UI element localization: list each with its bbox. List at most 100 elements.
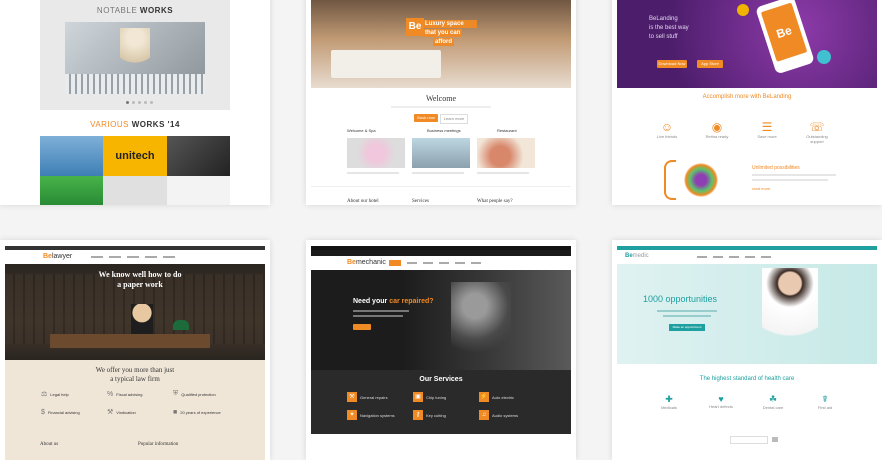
works-tile-grey[interactable] [103, 176, 167, 205]
slider-dots[interactable] [126, 101, 153, 104]
appointment-button[interactable]: Make an appointment [669, 324, 705, 331]
feature-save: ☰ Save more [752, 120, 782, 144]
landing-hero: BeLanding is the best way to sell stuff … [617, 0, 877, 88]
hero-prefix: Need your [353, 298, 390, 305]
works-tile-green[interactable] [40, 176, 104, 205]
works-tile-unitech[interactable]: unitech [103, 136, 167, 176]
works-14-label: WORKS '14 [131, 120, 180, 129]
feature-label: Live friends [656, 134, 678, 139]
hero-line-2: that you can [423, 29, 463, 37]
service-key: ⚷ Key cutting [413, 410, 479, 420]
feature-support: ☏ Outstanding support [802, 120, 832, 144]
theme-card-medic[interactable]: Bemedic 1000 opportunities Make an appoi… [612, 240, 882, 460]
service-chip: ▣ Chip tuning [413, 392, 479, 402]
phone-logo: Be [760, 2, 808, 62]
about-us-heading: About us [40, 442, 59, 447]
speaker-icon: ♫ [479, 410, 489, 420]
works-tile-plane[interactable] [40, 136, 104, 176]
medic-item-dental: ☘ Dental care [756, 394, 790, 410]
logo-rest: medic [632, 253, 649, 259]
learn-more-button[interactable]: Learn more [440, 114, 468, 124]
medic-icons-row: ✚ Medicals ♥ Heart defects ☘ Dental care ☤ F… [652, 394, 842, 410]
feature-experience: ■ 20 years of experience [173, 408, 239, 416]
works-label: WORKS [139, 6, 174, 15]
shield-icon: ⛨ [173, 390, 179, 397]
service-label: General repairs [360, 394, 388, 400]
read-more-link[interactable]: read more [752, 186, 770, 191]
theme-card-mechanic[interactable]: Bemechanic Need your car repaired? Our S… [306, 240, 576, 460]
medic-item-label: First aid [817, 405, 833, 410]
theme-card-landing[interactable]: BeLanding is the best way to sell stuff … [612, 0, 882, 205]
medic-hero: 1000 opportunities Make an appointment [617, 264, 877, 364]
service-navigation: ✦ Navigation systems [347, 410, 413, 420]
feature-label: Legal help [50, 391, 69, 397]
medic-item-firstaid: ☤ First aid [808, 394, 842, 410]
key-icon: ⚷ [413, 410, 423, 420]
medic-item-label: Medicals [661, 405, 677, 410]
theme-card-hotel[interactable]: Be Luxury space that you can afford Welc… [306, 0, 576, 205]
medic-logo[interactable]: Bemedic [625, 253, 649, 259]
various-works-title: VARIOUS WORKS '14 [40, 120, 230, 129]
logo-be: Be [43, 253, 52, 260]
our-services-heading: Our Services [419, 376, 463, 383]
service-electric: ⚡ Auto electric [479, 392, 545, 402]
mechanic-logo[interactable]: Bemechanic [347, 259, 386, 266]
service-label: Audio systems [492, 412, 519, 418]
medic-item-heart: ♥ Heart defects [704, 394, 738, 410]
logo-be: Be [625, 253, 633, 259]
chip-icon: ▣ [413, 392, 423, 402]
compass-icon: ✦ [347, 410, 357, 420]
coins-icon: ☰ [761, 120, 773, 134]
mechanic-hero-title: Need your car repaired? [353, 298, 434, 305]
service-audio: ♫ Audio systems [479, 410, 545, 420]
logo-rest: mechanic [355, 259, 386, 266]
unlimited-heading: Unlimited possibilities [752, 165, 800, 171]
wrench-icon: ⚒ [347, 392, 357, 402]
feature-label: Financial advising [47, 409, 80, 415]
hotel-logo[interactable]: Be [406, 18, 424, 36]
logo-rest: lawyer [51, 253, 73, 260]
medic-item-label: Heart defects [709, 404, 733, 409]
feature-label: Fiscal advising [116, 391, 143, 397]
works-tile-sketch[interactable] [166, 176, 230, 205]
unitech-text: unitech [115, 150, 155, 162]
opportunities-heading: 1000 opportunities [643, 294, 718, 304]
welcome-heading: Welcome [425, 94, 456, 103]
business-image [412, 138, 470, 168]
feature-label: Vindication [116, 409, 136, 415]
service-label: Auto electric [492, 394, 515, 400]
col-spa-title: Welcome & Spa [347, 128, 376, 133]
book-now-button[interactable]: Book now [414, 114, 438, 122]
landing-hero-line-2: is the best way [649, 25, 689, 31]
medic-navbar: Bemedic [617, 250, 877, 264]
landing-feature-row: ☺ Live friends ◉ Retina ready ☰ Save mor… [652, 120, 832, 144]
medic-item-medicals: ✚ Medicals [652, 394, 686, 410]
lawyer-logo[interactable]: Belawyer [43, 253, 72, 260]
gavel-icon: ⚒ [107, 409, 114, 416]
feature-label: Save more [757, 134, 777, 139]
notable-label: NOTABLE [96, 6, 138, 15]
feature-vindication: ⚒ Vindication [107, 408, 173, 416]
lawyer-features: ⚖ Legal help % Fiscal advising ⛨ Qualified … [41, 390, 239, 416]
notable-works-title: NOTABLE WORKS [40, 6, 230, 15]
medic-item-label: Dental care [762, 405, 784, 410]
mechanic-hero: Need your car repaired? [311, 270, 571, 370]
mechanic-navbar: Bemechanic [311, 256, 571, 270]
theme-card-lawyer[interactable]: Belawyer We know well how to do a paper … [0, 240, 270, 460]
headset-icon: ☏ [809, 120, 825, 134]
theme-card-portfolio[interactable]: NOTABLE WORKS VARIOUS WORKS '14 unitech [0, 0, 270, 205]
app-store-button[interactable]: App Store [697, 60, 723, 68]
download-button[interactable]: Download Now [657, 60, 687, 68]
service-label: Navigation systems [360, 412, 395, 418]
feature-friends: ☺ Live friends [652, 120, 682, 144]
works-tile-dark[interactable] [166, 136, 230, 176]
money-icon: $ [41, 408, 45, 416]
service-label: Chip tuning [426, 394, 447, 400]
offer-line-2: a typical law firm [110, 375, 160, 383]
user-icon: ☺ [660, 120, 674, 134]
about-hotel-heading: About our hotel [347, 199, 379, 204]
feature-protection: ⛨ Qualified protection [173, 390, 239, 398]
hotel-hero-image: Be Luxury space that you can afford [311, 0, 571, 88]
health-care-heading: The highest standard of health care [699, 376, 795, 382]
hero-line-1: Luxury space [425, 21, 464, 27]
